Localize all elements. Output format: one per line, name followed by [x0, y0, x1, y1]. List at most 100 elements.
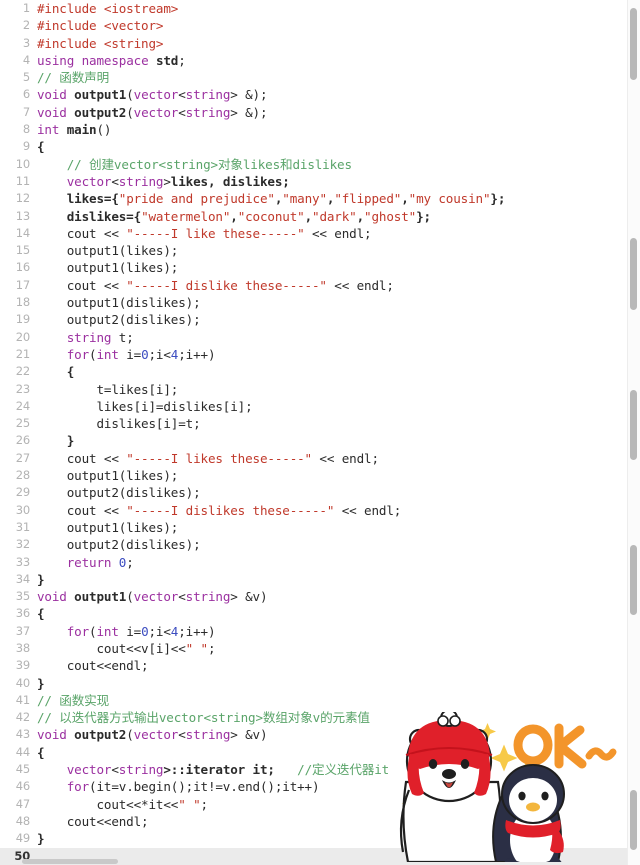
code-line[interactable]: 46 for(it=v.begin();it!=v.end();it++) [0, 778, 628, 795]
code-line-content[interactable]: // 函数声明 [37, 69, 628, 86]
code-line-content[interactable]: { [37, 605, 628, 622]
code-line-content[interactable]: vector<string>likes, dislikes; [37, 173, 628, 190]
code-line-content[interactable]: void output2(vector<string> &v) [37, 726, 628, 743]
code-line[interactable]: 2 #include <vector> [0, 17, 628, 34]
code-line[interactable]: 24 likes[i]=dislikes[i]; [0, 398, 628, 415]
code-line[interactable]: 44 { [0, 744, 628, 761]
code-line[interactable]: 31 output1(likes); [0, 519, 628, 536]
code-line[interactable]: 21 for(int i=0;i<4;i++) [0, 346, 628, 363]
code-line-content[interactable]: } [37, 571, 628, 588]
vertical-scrollbar-thumb[interactable] [630, 8, 637, 80]
code-line-content[interactable]: dislikes[i]=t; [37, 415, 628, 432]
code-line-content[interactable]: output1(dislikes); [37, 294, 628, 311]
code-line[interactable]: 10 // 创建vector<string>对象likes和dislikes [0, 156, 628, 173]
code-line-content[interactable]: cout<<v[i]<<" "; [37, 640, 628, 657]
code-line[interactable]: 43 void output2(vector<string> &v) [0, 726, 628, 743]
code-line-content[interactable]: cout << "-----I likes these-----" << end… [37, 450, 628, 467]
horizontal-scrollbar[interactable] [0, 858, 628, 865]
code-line-content[interactable]: } [37, 675, 628, 692]
code-line[interactable]: 34} [0, 571, 628, 588]
code-line-content[interactable]: } [37, 432, 628, 449]
code-line[interactable]: 38 cout<<v[i]<<" "; [0, 640, 628, 657]
vertical-scrollbar-thumb[interactable] [630, 390, 637, 460]
code-line-content[interactable]: output1(likes); [37, 467, 628, 484]
code-line-content[interactable]: likes={"pride and prejudice","many","fli… [37, 190, 628, 207]
code-line[interactable]: 28 output1(likes); [0, 467, 628, 484]
code-line[interactable]: 16 output1(likes); [0, 259, 628, 276]
code-line-content[interactable]: #include <vector> [37, 17, 628, 34]
code-line-content[interactable]: { [37, 744, 628, 761]
code-line[interactable]: 9{ [0, 138, 628, 155]
code-line-content[interactable]: #include <iostream> [37, 0, 628, 17]
vertical-scrollbar-thumb[interactable] [630, 545, 637, 615]
code-line-content[interactable]: cout << "-----I dislike these-----" << e… [37, 277, 628, 294]
code-line[interactable]: 33 return 0; [0, 554, 628, 571]
code-line-content[interactable]: output2(dislikes); [37, 536, 628, 553]
code-line[interactable]: 29 output2(dislikes); [0, 484, 628, 501]
code-line[interactable]: 15 output1(likes); [0, 242, 628, 259]
code-line-content[interactable]: cout<<endl; [37, 813, 628, 830]
code-line-content[interactable]: return 0; [37, 554, 628, 571]
code-line-content[interactable]: string t; [37, 329, 628, 346]
code-line-content[interactable]: cout<<endl; [37, 657, 628, 674]
code-line[interactable]: 25 dislikes[i]=t; [0, 415, 628, 432]
code-line[interactable]: 37 for(int i=0;i<4;i++) [0, 623, 628, 640]
code-line[interactable]: 40} [0, 675, 628, 692]
code-line[interactable]: 47 cout<<*it<<" "; [0, 796, 628, 813]
code-line[interactable]: 42 // 以迭代器方式输出vector<string>数组对象v的元素值 [0, 709, 628, 726]
code-line-content[interactable]: #include <string> [37, 35, 628, 52]
code-line-content[interactable]: output1(likes); [37, 242, 628, 259]
code-line[interactable]: 13 dislikes={"watermelon","coconut","dar… [0, 208, 628, 225]
code-line[interactable]: 27 cout << "-----I likes these-----" << … [0, 450, 628, 467]
code-line-content[interactable]: void output1(vector<string> &); [37, 86, 628, 103]
code-line-content[interactable]: vector<string>::iterator it; //定义迭代器it [37, 761, 628, 778]
code-line-content[interactable]: // 创建vector<string>对象likes和dislikes [37, 156, 628, 173]
code-line[interactable]: 11 vector<string>likes, dislikes; [0, 173, 628, 190]
code-line[interactable]: 7 void output2(vector<string> &); [0, 104, 628, 121]
code-line-content[interactable]: { [37, 363, 628, 380]
code-line[interactable]: 36 { [0, 605, 628, 622]
code-line[interactable]: 39 cout<<endl; [0, 657, 628, 674]
code-line-content[interactable]: output2(dislikes); [37, 311, 628, 328]
code-line[interactable]: 41 // 函数实现 [0, 692, 628, 709]
code-line[interactable]: 49} [0, 830, 628, 847]
code-line-content[interactable]: t=likes[i]; [37, 381, 628, 398]
code-line-content[interactable]: void output1(vector<string> &v) [37, 588, 628, 605]
code-line-content[interactable]: int main() [37, 121, 628, 138]
code-line[interactable]: 23 t=likes[i]; [0, 381, 628, 398]
code-line-content[interactable]: for(int i=0;i<4;i++) [37, 623, 628, 640]
code-line[interactable]: 45 vector<string>::iterator it; //定义迭代器i… [0, 761, 628, 778]
code-line[interactable]: 1 #include <iostream> [0, 0, 628, 17]
code-line[interactable]: 4 using namespace std; [0, 52, 628, 69]
code-line[interactable]: 26 } [0, 432, 628, 449]
vertical-scrollbar-thumb[interactable] [630, 238, 637, 310]
code-line[interactable]: 12 likes={"pride and prejudice","many","… [0, 190, 628, 207]
code-line[interactable]: 5 // 函数声明 [0, 69, 628, 86]
code-line[interactable]: 48 cout<<endl; [0, 813, 628, 830]
code-line[interactable]: 30 cout << "-----I dislikes these-----" … [0, 502, 628, 519]
vertical-scrollbar-thumb[interactable] [630, 790, 637, 850]
code-line[interactable]: 35 void output1(vector<string> &v) [0, 588, 628, 605]
code-line-content[interactable]: likes[i]=dislikes[i]; [37, 398, 628, 415]
code-line[interactable]: 14 cout << "-----I like these-----" << e… [0, 225, 628, 242]
code-lines-container[interactable]: 1 #include <iostream> 2 #include <vector> 3 #… [0, 0, 628, 865]
code-line[interactable]: 19 output2(dislikes); [0, 311, 628, 328]
code-editor[interactable]: 1 #include <iostream> 2 #include <vector> 3 #… [0, 0, 640, 865]
code-line-content[interactable]: for(it=v.begin();it!=v.end();it++) [37, 778, 628, 795]
code-line-content[interactable]: void output2(vector<string> &); [37, 104, 628, 121]
code-line-content[interactable]: } [37, 830, 628, 847]
code-line-content[interactable]: for(int i=0;i<4;i++) [37, 346, 628, 363]
code-line-content[interactable]: output1(likes); [37, 259, 628, 276]
horizontal-scrollbar-thumb[interactable] [22, 859, 118, 864]
vertical-scrollbar[interactable] [627, 0, 640, 865]
code-line-content[interactable]: output2(dislikes); [37, 484, 628, 501]
code-line-content[interactable]: { [37, 138, 628, 155]
code-line[interactable]: 8 int main() [0, 121, 628, 138]
code-line[interactable]: 32 output2(dislikes); [0, 536, 628, 553]
code-line-content[interactable]: cout << "-----I like these-----" << endl… [37, 225, 628, 242]
code-line[interactable]: 18 output1(dislikes); [0, 294, 628, 311]
code-line[interactable]: 6 void output1(vector<string> &); [0, 86, 628, 103]
code-line[interactable]: 22 { [0, 363, 628, 380]
code-line[interactable]: 17 cout << "-----I dislike these-----" <… [0, 277, 628, 294]
code-line-content[interactable]: dislikes={"watermelon","coconut","dark",… [37, 208, 628, 225]
